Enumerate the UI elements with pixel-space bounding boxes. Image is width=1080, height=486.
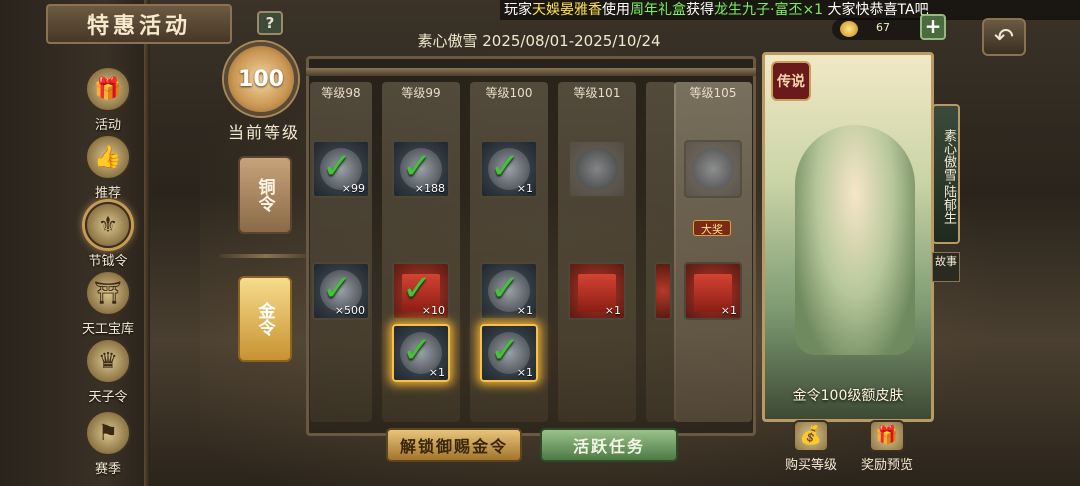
gold-tier-badge: 金令 (238, 276, 292, 362)
nav-item-vault[interactable]: ⛩ 天工宝库 (78, 270, 138, 337)
reward-slot[interactable] (684, 140, 742, 198)
reward-preview-button[interactable]: 🎁 奖励预览 (852, 420, 922, 473)
reward-slot[interactable] (568, 140, 626, 198)
nav-item-activity[interactable]: 🎁 活动 (78, 66, 138, 133)
nav-item-emperor-token[interactable]: ♛ 天子令 (78, 338, 138, 405)
level-column: 等级101 ×1 (558, 82, 636, 422)
nav-item-jieyue-token[interactable]: ⚜ 节钺令 (78, 202, 138, 269)
dragon-emblem-icon (576, 148, 618, 190)
checkmark-icon: ✓ (322, 268, 353, 309)
reward-slot[interactable]: ×1 (684, 262, 742, 320)
tier-divider (220, 254, 312, 258)
buy-level-button[interactable]: 💰 购买等级 (776, 420, 846, 473)
coin-bag-icon: 💰 (793, 420, 829, 452)
checkmark-icon: ✓ (402, 146, 433, 187)
help-button[interactable]: ? (257, 11, 283, 35)
token-icon: ⚜ (85, 202, 131, 248)
reward-slot[interactable]: ✓ ×10 (392, 262, 450, 320)
gold-ingot-icon (840, 21, 858, 37)
reward-slot[interactable]: ✓ ×1 (480, 324, 538, 382)
vault-icon: ⛩ (85, 270, 131, 316)
checkmark-icon: ✓ (402, 268, 433, 309)
reward-slot[interactable]: ✓ ×188 (392, 140, 450, 198)
reward-slot[interactable]: ✓ ×99 (312, 140, 370, 198)
reward-slot[interactable]: ✓ ×500 (312, 262, 370, 320)
reward-slot[interactable]: ×1 (568, 262, 626, 320)
gift-icon: 🎁 (85, 66, 131, 112)
gift-icon: 🎁 (869, 420, 905, 452)
legendary-badge: 传说 (771, 61, 811, 101)
level-column: 等级98 ✓ ×99 ✓ ×500 (310, 82, 372, 422)
track-rail (306, 68, 756, 76)
story-button[interactable]: 故事 (932, 252, 960, 282)
grand-prize-tag: 大奖 (693, 220, 731, 236)
active-tasks-button[interactable]: 活跃任务 (540, 428, 678, 462)
page-title: 特惠活动 (46, 4, 232, 44)
nav-item-recommend[interactable]: 👍 推荐 (78, 134, 138, 201)
checkmark-icon: ✓ (322, 146, 353, 187)
season-banner-icon: ⚑ (85, 410, 131, 456)
level-column: 等级99 ✓ ×188 ✓ ×10 ✓ ×1 (382, 82, 460, 422)
checkmark-icon: ✓ (490, 146, 521, 187)
level-column: 等级105 ×1 (674, 82, 752, 422)
level-medal: 100 (224, 42, 298, 116)
skin-artwork[interactable]: 传说 金令100级额皮肤 (762, 52, 934, 422)
silver-tier-badge: 铜令 (238, 156, 292, 234)
add-currency-button[interactable]: + (920, 14, 946, 40)
character-figure (795, 125, 915, 355)
broadcast-ticker: 玩家天娛晏雅香使用周年礼盒获得龙生九子·富丕×1 大家快恭喜TA吧 (500, 0, 1080, 20)
checkmark-icon: ✓ (490, 330, 521, 371)
thumbs-up-icon: 👍 (85, 134, 131, 180)
level-column: 等级100 ✓ ×1 ✓ ×1 ✓ ×1 (470, 82, 548, 422)
reward-slot[interactable] (654, 262, 672, 320)
back-button[interactable]: ↶ (982, 18, 1026, 56)
reward-slot[interactable]: ✓ ×1 (480, 140, 538, 198)
nav-item-season[interactable]: ⚑ 赛季 (78, 410, 138, 477)
artwork-caption: 金令100级额皮肤 (792, 388, 904, 404)
event-header: 素心傲雪 2025/08/01-2025/10/24 (417, 32, 661, 50)
dragon-emblem-icon (692, 148, 734, 190)
skin-name-tag: 素心傲雪·陆郁生 (932, 104, 960, 244)
reward-slot[interactable]: ✓ ×1 (392, 324, 450, 382)
emperor-token-icon: ♛ (85, 338, 131, 384)
level-column (646, 82, 676, 422)
reward-slot[interactable]: ✓ ×1 (480, 262, 538, 320)
checkmark-icon: ✓ (402, 330, 433, 371)
checkmark-icon: ✓ (490, 268, 521, 309)
current-level-label: 当前等级 (227, 123, 300, 142)
unlock-gold-token-button[interactable]: 解锁御赐金令 (386, 428, 522, 462)
